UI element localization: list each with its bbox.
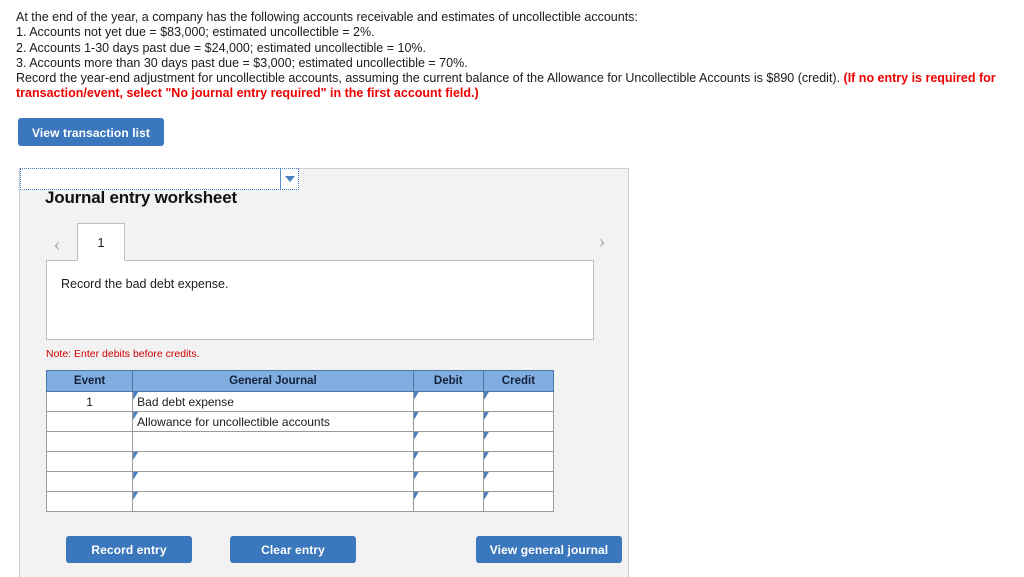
cell-event: 1 [45,391,134,412]
cell-event [45,451,134,472]
cell-amount-text [414,452,483,471]
cell-account-select[interactable] [132,471,414,492]
cell-event [45,411,134,432]
table-row [45,451,555,472]
cell-amount-text [414,412,483,431]
problem-line-1: 1. Accounts not yet due = $83,000; estim… [16,25,375,40]
tab-previous-arrow-icon[interactable]: ‹ [46,227,68,261]
problem-line-intro: At the end of the year, a company has th… [16,10,638,24]
cell-event [45,431,134,452]
account-dropdown-focused[interactable] [20,168,299,190]
cell-debit-input[interactable] [412,431,484,452]
problem-line-3: 3. Accounts more than 30 days past due =… [16,55,468,70]
cell-amount-text [484,432,553,451]
cell-amount-text [414,472,483,491]
cell-amount-text [414,492,483,511]
view-general-journal-button[interactable]: View general journal [476,536,622,563]
cell-credit-input[interactable] [482,451,555,472]
record-instruction-text: Record the year-end adjustment for uncol… [16,71,844,86]
cell-credit-input[interactable] [482,411,555,432]
tab-next-arrow-icon[interactable]: › [591,224,613,258]
clear-entry-button[interactable]: Clear entry [230,536,356,563]
cell-account-text [133,472,413,491]
cell-amount-text [414,432,483,451]
cell-debit-input[interactable] [412,491,484,512]
cell-debit-input[interactable] [412,411,484,432]
worksheet-prompt-box: Record the bad debt expense. [46,260,594,340]
cell-account-text [133,492,413,511]
cell-credit-input[interactable] [482,491,555,512]
worksheet-prompt-text: Record the bad debt expense. [61,277,229,291]
cell-event [45,471,134,492]
cell-amount-text [484,452,553,471]
table-row: Allowance for uncollectible accounts [45,411,555,432]
cell-account-select[interactable] [20,168,414,452]
cell-credit-input[interactable] [482,471,555,492]
problem-line-2: 2. Accounts 1-30 days past due = $24,000… [16,40,426,55]
view-transaction-list-button[interactable]: View transaction list [18,117,164,146]
cell-account-select[interactable]: Allowance for uncollectible accounts [132,411,414,432]
cell-account-select[interactable] [132,451,414,472]
cell-account-text: Bad debt expense [137,394,234,409]
cell-debit-input[interactable] [412,471,484,492]
column-header-general-journal: General Journal [132,370,414,392]
table-row [20,168,555,452]
problem-statement: At the end of the year, a company has th… [0,0,1024,102]
cell-credit-input[interactable] [482,391,555,412]
worksheet-tab-1[interactable]: 1 [77,223,125,261]
cell-account-select[interactable] [132,491,414,512]
cell-amount-text [484,412,553,431]
cell-account-select[interactable]: Bad debt expense [132,391,414,412]
cell-account-text: Allowance for uncollectible accounts [137,414,330,429]
journal-entry-table: Event General Journal Debit Credit 1 Bad … [20,168,555,512]
problem-line-record: Record the year-end adjustment for uncol… [16,71,1024,86]
chevron-down-icon[interactable] [280,169,298,189]
column-header-debit: Debit [412,370,484,392]
table-row [45,471,555,492]
worksheet-tab-strip: ‹ 1 › [20,221,628,261]
column-header-credit: Credit [482,370,555,392]
table-row: 1 Bad debt expense [45,391,555,412]
cell-account-text [133,452,413,471]
cell-debit-input[interactable] [412,391,484,412]
cell-amount-text [484,472,553,491]
journal-entry-table-body: 1 Bad debt expense Allowance for uncollect… [20,168,555,512]
cell-amount-text [484,392,553,411]
problem-line-record-cont: transaction/event, select "No journal en… [16,86,479,101]
cell-amount-text [414,392,483,411]
journal-entry-worksheet-panel: Journal entry worksheet ‹ 1 › Record the… [19,168,629,577]
cell-amount-text [484,492,553,511]
cell-event [45,491,134,512]
worksheet-footer-buttons: Record entry Clear entry View general jo… [46,536,622,563]
record-entry-button[interactable]: Record entry [66,536,192,563]
cell-debit-input[interactable] [412,451,484,472]
record-instruction-emphasis: (If no entry is required for [843,71,996,86]
debits-before-credits-note: Note: Enter debits before credits. [46,348,200,360]
cell-credit-input[interactable] [482,431,555,452]
toolbar: View transaction list [0,102,1024,146]
table-header-row: Event General Journal Debit Credit [45,370,555,392]
column-header-event: Event [45,370,134,392]
table-row [45,491,555,512]
